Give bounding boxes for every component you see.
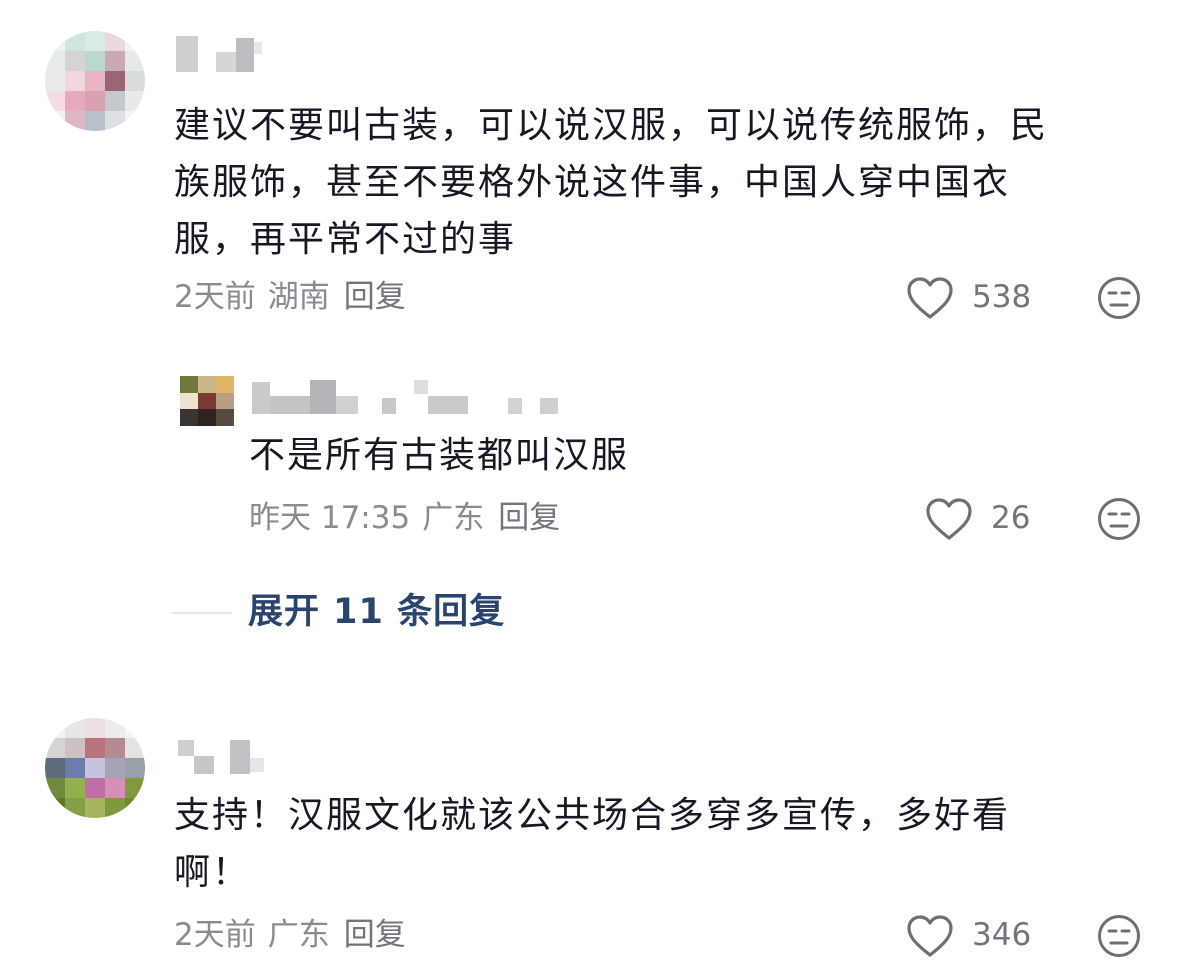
like-count: 26 [991,500,1031,536]
comment-location: 广东 [267,917,330,953]
avatar[interactable] [45,31,145,131]
username[interactable] [252,378,562,414]
comment-meta: 2天前 广东 回复 [174,915,406,955]
comment-text: 不是所有古装都叫汉服 [249,435,630,476]
comment-text: 建议不要叫古装，可以说汉服，可以说传统服饰，民 族服饰，甚至不要格外说这件事，中… [174,105,1049,260]
comment-time: 2天前 [174,917,256,953]
reply-button[interactable]: 回复 [344,279,406,315]
comment-location: 湖南 [267,279,330,315]
comment-time: 昨天 17:35 [249,500,411,536]
like-count: 346 [972,917,1032,953]
like-count: 538 [972,279,1032,315]
heart-outline-icon[interactable] [906,914,954,958]
reply-button[interactable]: 回复 [344,917,406,953]
dislike-face-icon[interactable] [1097,276,1141,320]
avatar[interactable] [45,718,145,818]
avatar[interactable] [180,376,234,426]
comment-meta: 昨天 17:35 广东 回复 [249,498,560,538]
comment-location: 广东 [422,500,485,536]
dislike-face-icon[interactable] [1097,914,1141,958]
heart-outline-icon[interactable] [906,276,954,320]
expand-divider [172,612,232,614]
reply-button[interactable]: 回复 [498,500,560,536]
expand-replies-button[interactable]: 展开 11 条回复 [248,590,505,634]
comment-time: 2天前 [174,279,256,315]
dislike-face-icon[interactable] [1097,497,1141,541]
heart-outline-icon[interactable] [925,497,973,541]
username[interactable] [176,36,266,72]
username[interactable] [178,740,278,776]
comment-meta: 2天前 湖南 回复 [174,277,406,317]
comment-text: 支持！汉服文化就该公共场合多穿多宣传，多好看 啊！ [174,795,1011,893]
